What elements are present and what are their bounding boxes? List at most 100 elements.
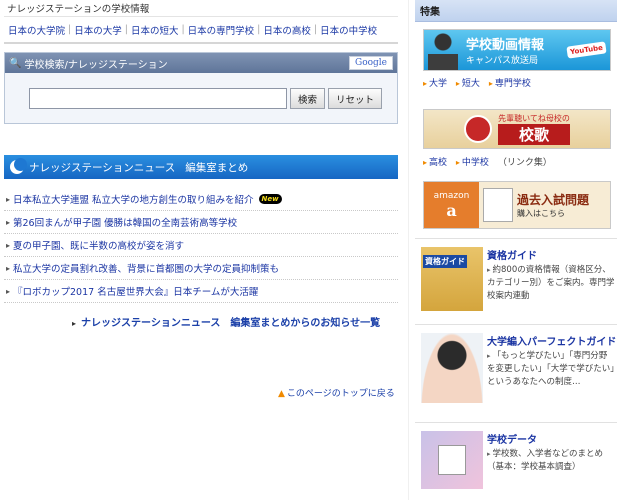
card-title-link[interactable]: 学校データ xyxy=(487,435,537,446)
video-banner-text: 学校動画情報 キャンパス放送局 xyxy=(466,34,544,66)
news-more-link[interactable]: ナレッジステーションニュース 編集室まとめからのお知らせ一覧 xyxy=(81,318,380,329)
separator: | xyxy=(313,24,318,35)
reset-button[interactable]: リセット xyxy=(328,88,383,109)
news-subtitle: 編集室まとめ xyxy=(185,161,249,174)
arrow-right-icon: ▸ xyxy=(6,240,11,250)
search-icon: 🔍 xyxy=(9,57,22,69)
student-photo[interactable] xyxy=(421,333,483,403)
sidebar: 特集 学校動画情報 キャンパス放送局 YouTube ▸ 大学 ▸ 短大 ▸ 専門学校… xyxy=(415,0,617,489)
triangle-up-icon: ▲ xyxy=(278,389,285,399)
separator: | xyxy=(68,24,72,35)
card-title-link[interactable]: 大学編入パーフェクトガイド xyxy=(487,337,616,348)
card-title-link[interactable]: 資格ガイド xyxy=(487,251,537,262)
list-item: ▸ 私立大学の定員割れ改善、背景に首都圏の大学の定員抑制策も xyxy=(4,257,398,280)
card-description: ▸ 約800の資格情報（資格区分、カテゴリー別）をご案内。専門学校案内連動 xyxy=(487,264,615,303)
search-title: 学校検索/ナレッジステーション xyxy=(24,59,168,71)
exam-banner-title: 過去入試問題 xyxy=(517,193,590,207)
past-exam-banner[interactable]: amazon a 過去入試問題 購入はこちら xyxy=(423,181,611,229)
link-graduate-school[interactable]: 日本の大学院 xyxy=(8,23,65,37)
qualification-guide-image[interactable]: 資格ガイド xyxy=(421,247,483,311)
link-junior-college[interactable]: 日本の短大 xyxy=(131,23,179,37)
arrow-right-icon: ▸ xyxy=(488,79,493,88)
arrow-right-icon: ▸ xyxy=(487,352,491,360)
card-body: 大学編入パーフェクトガイド ▸ 「もっと学びたい」「専門分野を変更したい」「大学で… xyxy=(487,333,616,389)
new-badge: New xyxy=(258,194,282,204)
list-item: ▸ 夏の甲子園、既に半数の高校が姿を消す xyxy=(4,234,398,257)
school-search-box: 🔍 学校検索/ナレッジステーション Google 検索 リセット xyxy=(4,52,398,124)
amazon-logo: amazon a xyxy=(424,182,479,228)
news-link[interactable]: 第26回まんが甲子園 優勝は韓国の全南芸術高等学校 xyxy=(13,215,237,229)
arrow-right-icon: ▸ xyxy=(455,79,460,88)
link-university[interactable]: 日本の大学 xyxy=(74,23,122,37)
list-item: ▸ 日本私立大学連盟 私立大学の地方創生の取り組みを紹介 New xyxy=(4,188,398,211)
school-info-heading: ナレッジステーションの学校情報 xyxy=(7,4,150,15)
song-link-high-school[interactable]: 高校 xyxy=(429,158,447,168)
news-list: ▸ 日本私立大学連盟 私立大学の地方創生の取り組みを紹介 New ▸ 第26回まんが甲… xyxy=(4,188,398,303)
exam-banner-text: 過去入試問題 購入はこちら xyxy=(517,191,610,219)
song-links: ▸ 高校 ▸ 中学校 （リンク集） xyxy=(423,155,552,168)
presenter-illustration xyxy=(428,30,458,70)
song-link-junior-high[interactable]: 中学校 xyxy=(462,158,489,168)
arrow-right-icon: ▸ xyxy=(455,158,460,167)
school-song-banner[interactable]: 先輩聴いてね母校の 校歌 xyxy=(423,109,611,149)
card-description-text: 「もっと学びたい」「専門分野を変更したい」「大学で学びたい」というあなたへの制度… xyxy=(487,351,615,387)
list-item: ▸ 『ロボカップ2017 名古屋世界大会』日本チームが大活躍 xyxy=(4,280,398,303)
news-link[interactable]: 『ロボカップ2017 名古屋世界大会』日本チームが大活躍 xyxy=(13,284,258,298)
link-vocational-school[interactable]: 日本の専門学校 xyxy=(188,23,255,37)
card-description-text: 約800の資格情報（資格区分、カテゴリー別）をご案内。専門学校案内連動 xyxy=(487,265,615,301)
arrow-right-icon: ▸ xyxy=(72,319,77,328)
google-logo: Google xyxy=(349,56,393,70)
link-junior-high[interactable]: 日本の中学校 xyxy=(320,23,377,37)
card-body: 資格ガイド ▸ 約800の資格情報（資格区分、カテゴリー別）をご案内。専門学校案内… xyxy=(487,247,615,303)
book-icon xyxy=(483,188,513,222)
school-data-card: 学校データ ▸ 学校数、入学者などのまとめ（基本：学校基本調査） xyxy=(415,422,617,500)
qualification-guide-image-label: 資格ガイド xyxy=(423,255,467,268)
separator: | xyxy=(257,24,261,35)
arrow-right-icon: ▸ xyxy=(423,158,428,167)
page-top-link[interactable]: このページのトップに戻る xyxy=(287,389,395,399)
card-description: ▸ 学校数、入学者などのまとめ（基本：学校基本調査） xyxy=(487,448,615,474)
page-top-row: ▲ このページのトップに戻る xyxy=(278,386,395,399)
separator: | xyxy=(181,24,185,35)
video-link-junior-college[interactable]: 短大 xyxy=(462,79,480,89)
school-info-links: 日本の大学院 | 日本の大学 | 日本の短大 | 日本の専門学校 | 日本の高校 | 日本… xyxy=(4,16,398,44)
search-button[interactable]: 検索 xyxy=(290,88,326,109)
singer-illustration xyxy=(464,115,493,143)
arrow-right-icon: ▸ xyxy=(6,194,11,204)
exam-banner-subtitle: 購入はこちら xyxy=(517,209,565,218)
song-links-note: （リンク集） xyxy=(497,158,552,168)
arrow-right-icon: ▸ xyxy=(423,79,428,88)
amazon-a-icon: a xyxy=(446,200,457,220)
school-data-image[interactable] xyxy=(421,431,483,489)
arrow-right-icon: ▸ xyxy=(487,266,491,274)
news-link[interactable]: 私立大学の定員割れ改善、背景に首都圏の大学の定員抑制策も xyxy=(13,261,279,275)
video-banner-title: 学校動画情報 xyxy=(466,38,545,53)
card-body: 学校データ ▸ 学校数、入学者などのまとめ（基本：学校基本調査） xyxy=(487,431,615,474)
search-header: 🔍 学校検索/ナレッジステーション xyxy=(5,53,397,73)
video-links: ▸ 大学 ▸ 短大 ▸ 専門学校 xyxy=(423,76,537,89)
song-banner-line2: 校歌 xyxy=(498,124,570,145)
arrow-right-icon: ▸ xyxy=(6,286,11,296)
arrow-right-icon: ▸ xyxy=(487,450,491,458)
sidebar-heading: 特集 xyxy=(415,0,617,22)
main-column: ナレッジステーションの学校情報 日本の大学院 | 日本の大学 | 日本の短大 | 日本… xyxy=(4,0,398,44)
news-title: ナレッジステーションニュース xyxy=(29,161,176,174)
news-more-link-row: ▸ ナレッジステーションニュース 編集室まとめからのお知らせ一覧 xyxy=(72,314,380,329)
card-description-text: 学校数、入学者などのまとめ（基本：学校基本調査） xyxy=(487,449,604,472)
video-banner[interactable]: 学校動画情報 キャンパス放送局 YouTube xyxy=(423,29,611,71)
video-banner-subtitle: キャンパス放送局 xyxy=(466,56,539,66)
youtube-icon: YouTube xyxy=(566,41,607,59)
qualification-guide-card: 資格ガイド 資格ガイド ▸ 約800の資格情報（資格区分、カテゴリー別）をご案内。… xyxy=(415,238,617,320)
news-link[interactable]: 日本私立大学連盟 私立大学の地方創生の取り組みを紹介 xyxy=(13,192,254,206)
video-link-university[interactable]: 大学 xyxy=(429,79,447,89)
video-link-vocational[interactable]: 専門学校 xyxy=(495,79,531,89)
column-divider xyxy=(408,0,409,500)
news-link[interactable]: 夏の甲子園、既に半数の高校が姿を消す xyxy=(13,238,184,252)
song-banner-line1: 先輩聴いてね母校の xyxy=(498,114,570,123)
link-high-school[interactable]: 日本の高校 xyxy=(263,23,311,37)
card-description: ▸ 「もっと学びたい」「専門分野を変更したい」「大学で学びたい」というあなたへの制… xyxy=(487,350,615,389)
search-input[interactable] xyxy=(29,88,287,109)
arrow-right-icon: ▸ xyxy=(6,263,11,273)
chart-document-icon xyxy=(438,445,466,475)
arrow-right-icon: ▸ xyxy=(6,217,11,227)
